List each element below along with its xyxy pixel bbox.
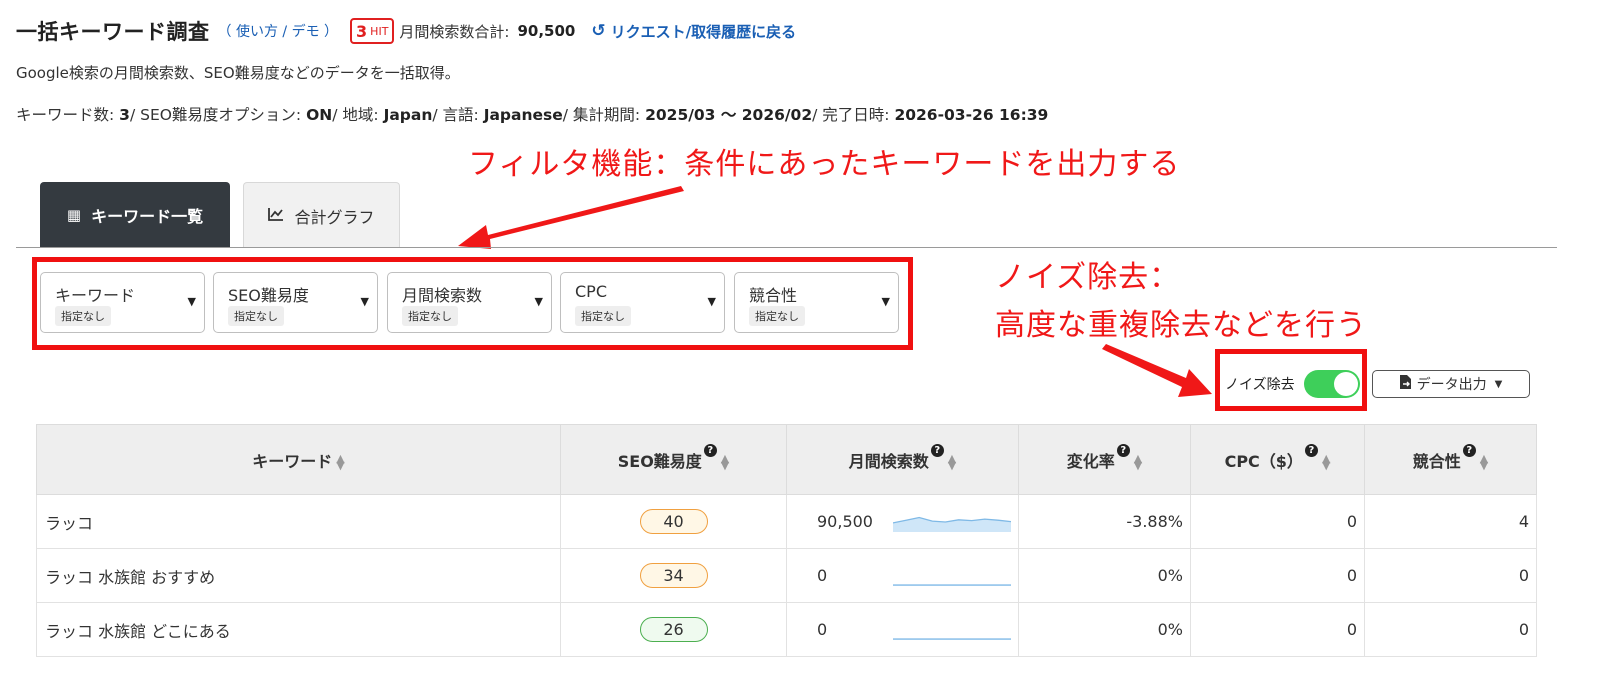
seo-badge: 40 [639, 509, 708, 534]
hit-label: HIT [370, 24, 389, 38]
competition-cell: 0 [1364, 548, 1537, 603]
howto-demo-link[interactable]: （ 使い方 / デモ ） [218, 21, 339, 41]
keyword-cell: ラッコ 水族館 おすすめ [36, 548, 561, 603]
keyword-cell: ラッコ 水族館 どこにある [36, 602, 561, 657]
volume-value: 0 [817, 566, 828, 585]
tab-divider [16, 247, 1557, 248]
back-link-label: リクエスト/取得履歴に戻る [610, 22, 797, 41]
caret-down-icon: ▼ [360, 295, 369, 308]
sort-icon: ▲ ▼ [947, 452, 957, 472]
keyword-cell: ラッコ [36, 494, 561, 549]
filter-arrow [458, 186, 684, 249]
table-icon: ▦ [66, 206, 82, 224]
tab-total-graph[interactable]: 合計グラフ [243, 182, 400, 248]
caret-down-icon: ▼ [707, 295, 716, 308]
total-volume-value: 90,500 [517, 22, 576, 40]
tab-keyword-list[interactable]: ▦ キーワード一覧 [40, 182, 230, 248]
noise-removal-label: ノイズ除去 [1225, 377, 1295, 393]
seo-cell: 26 [560, 602, 787, 657]
change-rate-cell: -3.88% [1018, 494, 1191, 549]
hit-badge: 3 HIT [350, 18, 395, 44]
page-description: Google検索の月間検索数、SEO難易度などのデータを一括取得。 [16, 64, 460, 82]
competition-cell: 0 [1364, 602, 1537, 657]
cpc-cell: 0 [1190, 602, 1365, 657]
noise-annotation-line1: ノイズ除去： [995, 260, 1181, 295]
table-header-row: キーワード ▲ ▼ SEO難易度?▲ ▼ 月間検索数?▲ ▼ 変化率?▲ ▼ CPC（$）… [36, 424, 1537, 495]
help-icon[interactable]: ? [703, 443, 717, 457]
caret-down-icon: ▼ [534, 295, 543, 308]
seo-badge: 26 [639, 617, 708, 642]
request-meta: キーワード数: 3/ SEO難易度オプション: ON/ 地域: Japan/ 言… [16, 106, 1049, 124]
sort-icon: ▲ ▼ [1479, 452, 1489, 472]
col-cpc[interactable]: CPC（$）?▲ ▼ [1190, 424, 1365, 495]
table-row: ラッコ 水族館 おすすめ 34 0 0% 0 0 [36, 548, 1537, 603]
col-change-rate[interactable]: 変化率?▲ ▼ [1018, 424, 1191, 495]
caret-down-icon: ▼ [1494, 378, 1503, 390]
completed-at: 2026-03-26 16:39 [894, 106, 1049, 124]
change-rate-cell: 0% [1018, 548, 1191, 603]
file-export-icon [1399, 375, 1411, 393]
sort-icon: ▲ ▼ [1133, 452, 1143, 472]
header: 一括キーワード調査 （ 使い方 / デモ ） 3 HIT 月間検索数合計: 90… [16, 16, 796, 46]
help-icon[interactable]: ? [1304, 443, 1318, 457]
page-title: 一括キーワード調査 [16, 20, 210, 44]
trend-sparkline [893, 516, 1011, 532]
caret-down-icon: ▼ [187, 295, 196, 308]
cpc-cell: 0 [1190, 548, 1365, 603]
change-rate-cell: 0% [1018, 602, 1191, 657]
language: Japanese [483, 106, 563, 124]
noise-removal-toggle[interactable] [1304, 370, 1360, 398]
col-competition[interactable]: 競合性?▲ ▼ [1364, 424, 1537, 495]
filter-monthly-volume[interactable]: 月間検索数 指定なし ▼ [387, 272, 552, 333]
caret-down-icon: ▼ [881, 295, 890, 308]
col-keyword[interactable]: キーワード ▲ ▼ [36, 424, 561, 495]
table-row: ラッコ 40 90,500 -3.88% 0 4 [36, 494, 1537, 549]
undo-icon: ↺ [591, 21, 606, 41]
table-row: ラッコ 水族館 どこにある 26 0 0% 0 0 [36, 602, 1537, 657]
line-chart-icon [268, 207, 284, 225]
filter-competition[interactable]: 競合性 指定なし ▼ [734, 272, 899, 333]
filter-annotation: フィルタ機能：条件にあったキーワードを出力する [468, 147, 1181, 182]
total-volume-label: 月間検索数合計: [399, 22, 510, 41]
volume-cell: 0 [786, 602, 1019, 657]
competition-cell: 4 [1364, 494, 1537, 549]
volume-value: 90,500 [817, 512, 873, 531]
filter-cpc[interactable]: CPC 指定なし ▼ [560, 272, 725, 333]
noise-arrow [1102, 344, 1212, 397]
trend-sparkline [893, 584, 1011, 586]
keyword-count: 3 [119, 106, 130, 124]
toggle-knob [1334, 372, 1358, 396]
seo-cell: 40 [560, 494, 787, 549]
data-export-button[interactable]: データ出力 ▼ [1372, 370, 1530, 398]
help-icon[interactable]: ? [1116, 443, 1130, 457]
trend-sparkline [893, 638, 1011, 640]
cpc-cell: 0 [1190, 494, 1365, 549]
period: 2025/03 〜 2026/02 [645, 106, 813, 124]
help-icon[interactable]: ? [1462, 443, 1476, 457]
seo-cell: 34 [560, 548, 787, 603]
filter-keyword[interactable]: キーワード 指定なし ▼ [40, 272, 205, 333]
back-to-history-link[interactable]: ↺ リクエスト/取得履歴に戻る [591, 21, 796, 42]
volume-cell: 90,500 [786, 494, 1019, 549]
col-seo-difficulty[interactable]: SEO難易度?▲ ▼ [560, 424, 787, 495]
seo-option: ON [306, 106, 333, 124]
seo-badge: 34 [639, 563, 708, 588]
col-monthly-volume[interactable]: 月間検索数?▲ ▼ [786, 424, 1019, 495]
volume-cell: 0 [786, 548, 1019, 603]
keyword-table: キーワード ▲ ▼ SEO難易度?▲ ▼ 月間検索数?▲ ▼ 変化率?▲ ▼ CPC（$）… [36, 424, 1537, 657]
filter-seo-difficulty[interactable]: SEO難易度 指定なし ▼ [213, 272, 378, 333]
sort-icon: ▲ ▼ [1321, 452, 1331, 472]
hit-count: 3 [356, 21, 368, 41]
sort-icon: ▲ ▼ [720, 452, 730, 472]
volume-value: 0 [817, 620, 828, 639]
noise-annotation-line2: 高度な重複除去などを行う [995, 308, 1367, 343]
sort-icon: ▲ ▼ [336, 452, 345, 472]
region: Japan [383, 106, 433, 124]
help-icon[interactable]: ? [930, 443, 944, 457]
